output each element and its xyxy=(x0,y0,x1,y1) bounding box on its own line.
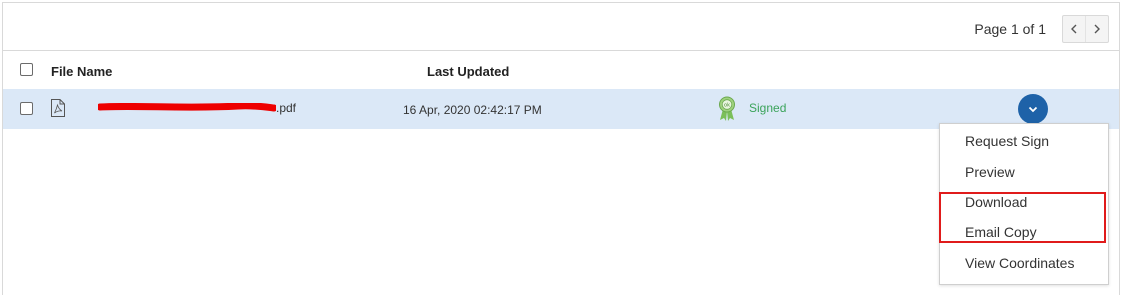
chevron-right-icon xyxy=(1094,24,1100,34)
actions-dropdown-button[interactable] xyxy=(1018,94,1048,124)
pagination: Page 1 of 1 xyxy=(974,15,1109,43)
pdf-file-icon xyxy=(51,99,65,117)
select-all-checkbox[interactable] xyxy=(20,63,33,76)
column-header-last-updated[interactable]: Last Updated xyxy=(427,64,509,79)
next-page-button[interactable] xyxy=(1086,16,1108,42)
award-badge-icon: ok xyxy=(719,96,735,121)
page-indicator: Page 1 of 1 xyxy=(974,21,1046,37)
row-checkbox[interactable] xyxy=(20,102,33,115)
previous-page-button[interactable] xyxy=(1063,16,1086,42)
column-header-file-name[interactable]: File Name xyxy=(51,64,112,79)
chevron-left-icon xyxy=(1071,24,1077,34)
table-header: File Name Last Updated xyxy=(3,51,1119,91)
annotation-highlight-box xyxy=(939,192,1106,243)
pager-buttons xyxy=(1062,15,1109,43)
chevron-down-icon xyxy=(1028,106,1038,112)
redacted-file-name xyxy=(98,103,276,112)
last-updated-cell: 16 Apr, 2020 02:42:17 PM xyxy=(403,103,542,117)
menu-item-view-coordinates[interactable]: View Coordinates xyxy=(965,255,1074,271)
status-badge: Signed xyxy=(749,101,787,115)
menu-item-request-sign[interactable]: Request Sign xyxy=(965,133,1049,149)
svg-text:ok: ok xyxy=(724,103,730,109)
file-name[interactable]: .pdf xyxy=(276,101,296,115)
menu-item-preview[interactable]: Preview xyxy=(965,164,1015,180)
